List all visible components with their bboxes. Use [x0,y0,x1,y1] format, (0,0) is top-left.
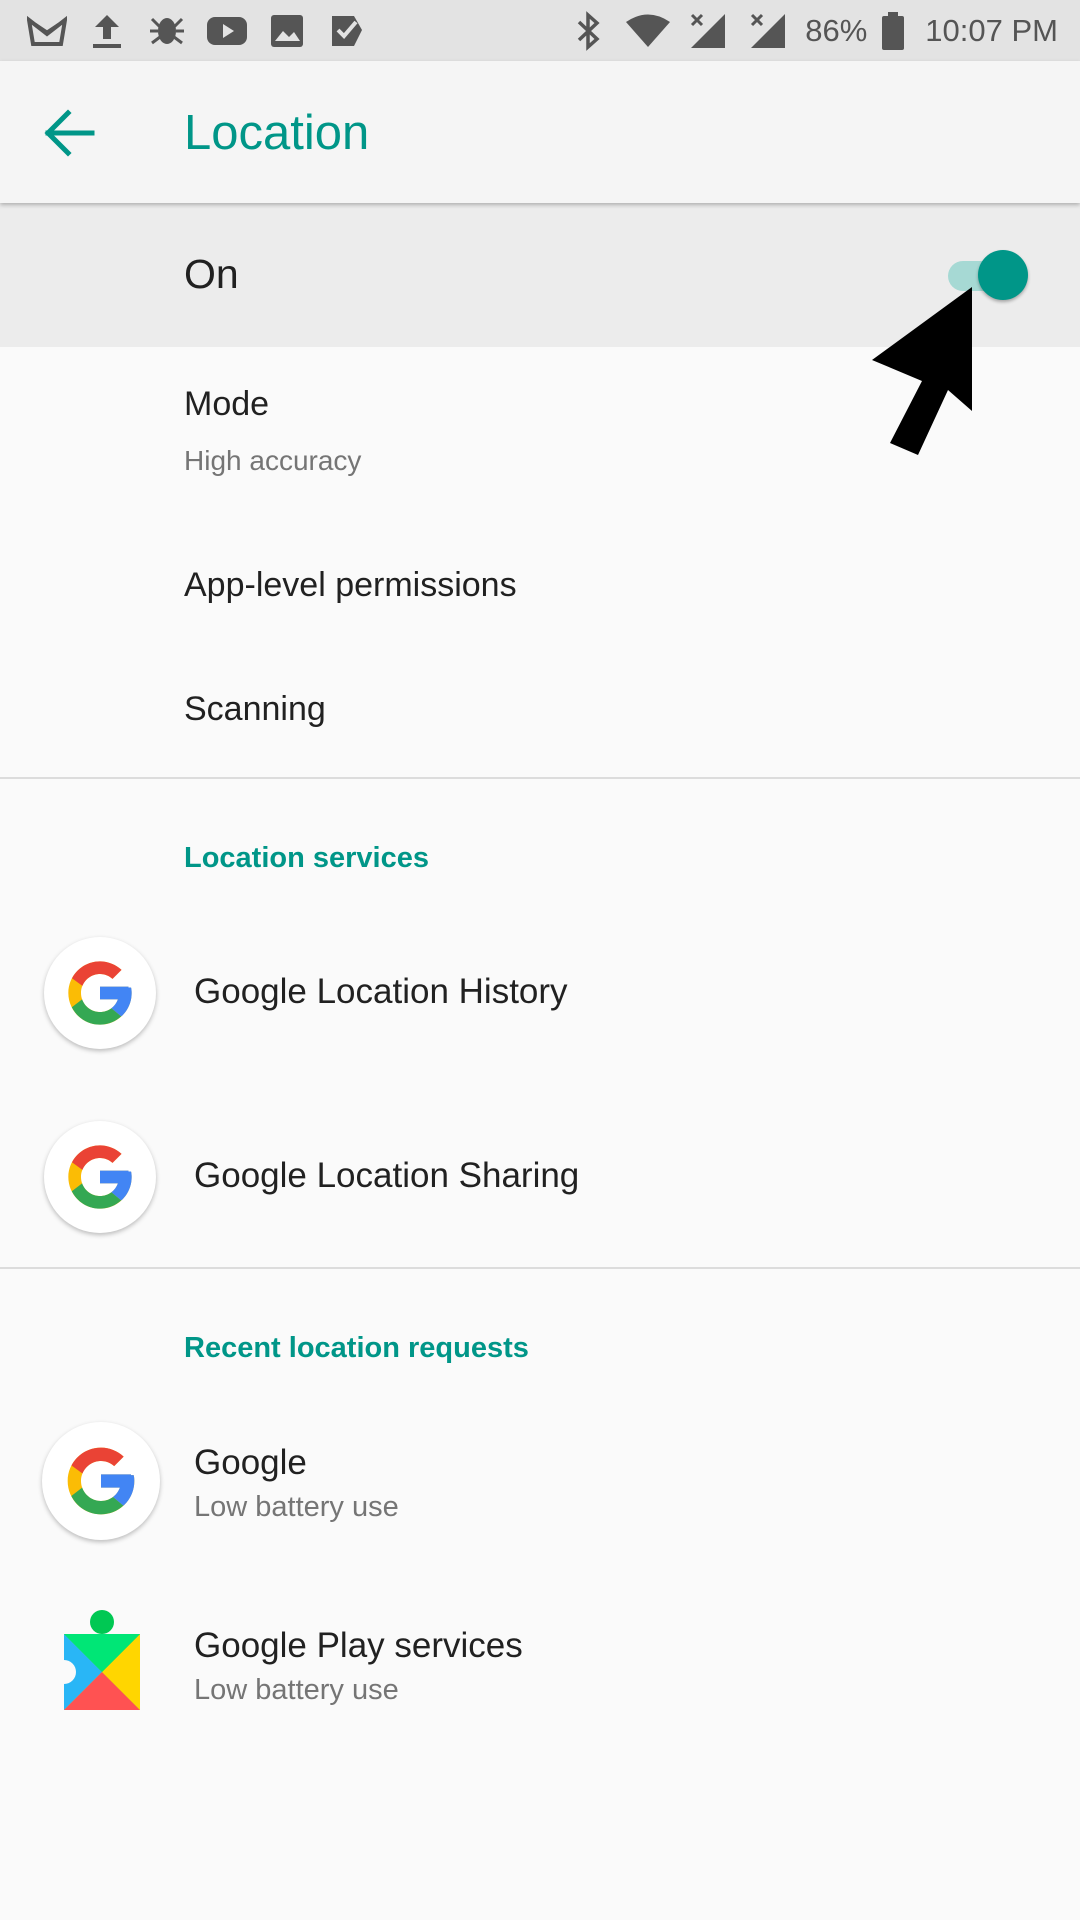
location-settings-screen: 86% 10:07 PM Location On Mode High accur… [0,0,1080,1920]
battery-percent: 86% [805,13,868,48]
google-location-history-title: Google Location History [194,972,568,1011]
mail-icon [24,8,70,54]
google-play-services-title: Google Play services [194,1626,523,1665]
google-location-history-item[interactable]: Google Location History [0,917,1080,1067]
spider-icon [144,8,190,54]
divider [0,777,1080,779]
master-switch-label: On [184,251,239,297]
play-services-icon [52,1608,152,1716]
google-play-services-subtitle: Low battery use [194,1674,399,1706]
upload-icon [84,8,130,54]
divider [0,1267,1080,1269]
app-level-permissions-title: App-level permissions [184,566,517,604]
youtube-icon [204,8,250,54]
arrow-back-icon [38,109,102,165]
signal-icon [685,8,731,54]
app-level-permissions-setting[interactable]: App-level permissions [0,540,1080,640]
google-request-title: Google [194,1443,307,1482]
google-icon [44,1121,156,1233]
google-request-item[interactable]: Google Low battery use [0,1405,1080,1565]
google-play-services-request-item[interactable]: Google Play services Low battery use [0,1588,1080,1748]
clock: 10:07 PM [925,13,1058,48]
pointer-arrow-icon [870,285,980,455]
scanning-title: Scanning [184,690,326,728]
battery-icon [881,8,905,54]
recent-location-requests-header: Recent location requests [184,1332,529,1364]
signal-icon [745,8,791,54]
google-icon [44,937,156,1049]
bluetooth-icon [565,8,611,54]
tasks-icon [324,8,370,54]
back-button[interactable] [38,105,102,161]
google-icon [42,1422,160,1540]
mode-title: Mode [184,385,270,423]
mode-value: High accuracy [184,445,362,476]
google-location-sharing-item[interactable]: Google Location Sharing [0,1101,1080,1251]
app-bar: Location [0,61,1080,203]
image-icon [264,8,310,54]
location-services-header: Location services [184,842,429,874]
google-request-subtitle: Low battery use [194,1491,399,1523]
status-bar: 86% 10:07 PM [0,0,1080,61]
google-location-sharing-title: Google Location Sharing [194,1156,580,1195]
wifi-icon [625,8,671,54]
scanning-setting[interactable]: Scanning [0,660,1080,764]
page-title: Location [184,106,370,160]
toggle-thumb [978,250,1028,300]
